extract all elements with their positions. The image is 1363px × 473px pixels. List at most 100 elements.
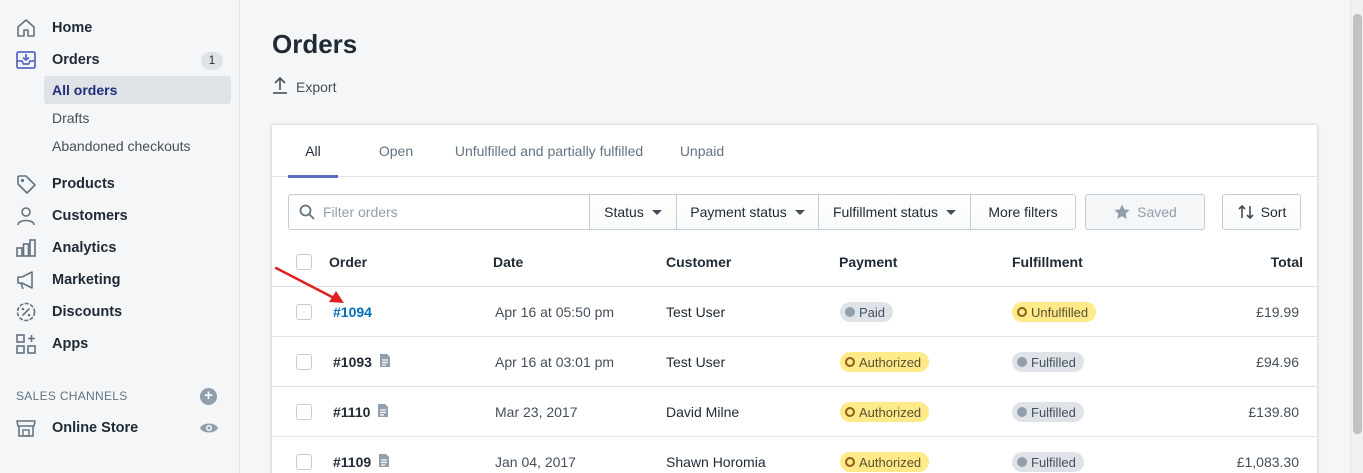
more-filters-button[interactable]: More filters [970,194,1076,230]
saved-button[interactable]: Saved [1085,194,1205,230]
orders-count-badge: 1 [201,52,223,70]
sidebar: Home Orders 1 All orders Drafts Abandone… [0,0,240,473]
order-link[interactable]: #1093 [333,354,372,370]
nav-analytics-label: Analytics [52,240,117,256]
eye-icon[interactable] [199,420,219,441]
fulfillment-status-badge: Fulfilled [1012,452,1084,472]
nav-abandoned-label: Abandoned checkouts [52,138,191,154]
payment-cell: Authorized [840,437,930,473]
nav-products[interactable]: Products [0,168,240,200]
customer-cell: Test User [666,304,726,320]
status-ring-icon [845,357,855,367]
payment-status-text: Authorized [859,404,922,420]
table-row[interactable]: #1109 Jan 04, 2017 Shawn Horomia Authori… [272,437,1317,473]
payment-cell: Authorized [840,387,930,437]
col-customer[interactable]: Customer [666,237,731,287]
add-sales-channel-icon[interactable]: + [200,388,217,405]
nav-products-label: Products [52,176,115,192]
search-icon [299,204,315,220]
order-tabs: All Open Unfulfilled and partially fulfi… [272,125,1317,178]
order-number-cell: #1110 [333,387,389,437]
col-fulfillment[interactable]: Fulfillment [1012,237,1083,287]
total-cell: £19.99 [1256,304,1299,320]
tag-icon [15,173,37,195]
status-filter-button[interactable]: Status [589,194,677,230]
payment-status-filter-button[interactable]: Payment status [676,194,819,230]
status-dot-icon [1017,457,1027,467]
total-cell: £94.96 [1256,354,1299,370]
payment-status-badge: Authorized [840,402,930,422]
nav-all-orders[interactable]: All orders [44,76,231,104]
fulfillment-cell: Fulfilled [1012,437,1084,473]
nav-customers[interactable]: Customers [0,200,240,232]
date-cell: Apr 16 at 05:50 pm [495,304,615,320]
nav-drafts[interactable]: Drafts [44,104,231,132]
fulfillment-cell: Fulfilled [1012,387,1084,437]
sort-button[interactable]: Sort [1222,194,1301,230]
document-icon [379,353,391,371]
fulfillment-status-badge: Fulfilled [1012,352,1084,372]
row-checkbox[interactable] [296,454,312,470]
order-link[interactable]: #1094 [333,304,372,320]
tab-unfulfilled[interactable]: Unfulfilled and partially fulfilled [442,125,656,177]
table-row[interactable]: #1093 Apr 16 at 03:01 pm Test User Autho… [272,337,1317,387]
page-scrollbar[interactable] [1350,0,1363,473]
nav-analytics[interactable]: Analytics [0,232,240,264]
document-icon [378,453,390,471]
order-number-cell: #1109 [333,437,390,473]
apps-icon [15,333,37,355]
tab-unpaid[interactable]: Unpaid [670,125,734,177]
status-dot-icon [845,307,855,317]
nav-marketing[interactable]: Marketing [0,264,240,296]
star-icon [1113,203,1131,221]
fulfillment-cell: Fulfilled [1012,337,1084,387]
date-cell: Jan 04, 2017 [495,454,576,470]
sort-label: Sort [1260,204,1287,220]
export-button[interactable]: Export [272,76,336,98]
search-input[interactable] [323,204,573,220]
annotation-arrow-icon [274,266,344,303]
status-ring-icon [1017,307,1027,317]
person-icon [15,205,37,227]
fulfillment-status-filter-button[interactable]: Fulfillment status [818,194,971,230]
order-link[interactable]: #1110 [333,404,370,420]
customer-cell: David Milne [666,404,740,420]
row-checkbox[interactable] [296,354,312,370]
table-row[interactable]: #1094 Apr 16 at 05:50 pm Test User Paid … [272,287,1317,337]
row-checkbox[interactable] [296,304,312,320]
export-label: Export [296,79,337,95]
order-link[interactable]: #1109 [333,454,371,470]
fulfillment-status-text: Fulfilled [1031,354,1076,370]
orders-inbox-icon [15,49,37,71]
nav-orders-label: Orders [52,52,100,68]
col-date[interactable]: Date [493,237,523,287]
scrollbar-thumb[interactable] [1353,14,1362,434]
table-row[interactable]: #1110 Mar 23, 2017 David Milne Authorize… [272,387,1317,437]
nav-apps-label: Apps [52,336,89,352]
nav-apps[interactable]: Apps [0,328,240,360]
payment-status-text: Paid [859,304,886,320]
nav-orders[interactable]: Orders 1 [0,44,240,76]
col-total[interactable]: Total [1271,237,1303,287]
nav-home[interactable]: Home [0,12,240,44]
caret-down-icon [651,209,662,215]
order-number-cell: #1093 [333,337,391,387]
home-icon [15,17,37,39]
tab-all[interactable]: All [288,125,338,178]
tab-open[interactable]: Open [366,125,426,177]
nav-customers-label: Customers [52,208,128,224]
payment-status-text: Authorized [859,354,922,370]
fulfillment-status-text: Fulfilled [1031,454,1076,470]
row-checkbox[interactable] [296,404,312,420]
col-payment[interactable]: Payment [839,237,897,287]
nav-discounts[interactable]: Discounts [0,296,240,328]
payment-status-text: Authorized [859,454,922,470]
sort-icon [1237,203,1255,221]
total-cell: £1,083.30 [1236,454,1299,470]
nav-abandoned-checkouts[interactable]: Abandoned checkouts [44,132,231,160]
page-title: Orders [272,29,358,59]
bar-chart-icon [15,237,37,259]
nav-online-store-label: Online Store [52,420,139,436]
sales-channels-heading: SALES CHANNELS [16,389,128,403]
orders-card: All Open Unfulfilled and partially fulfi… [271,124,1318,473]
